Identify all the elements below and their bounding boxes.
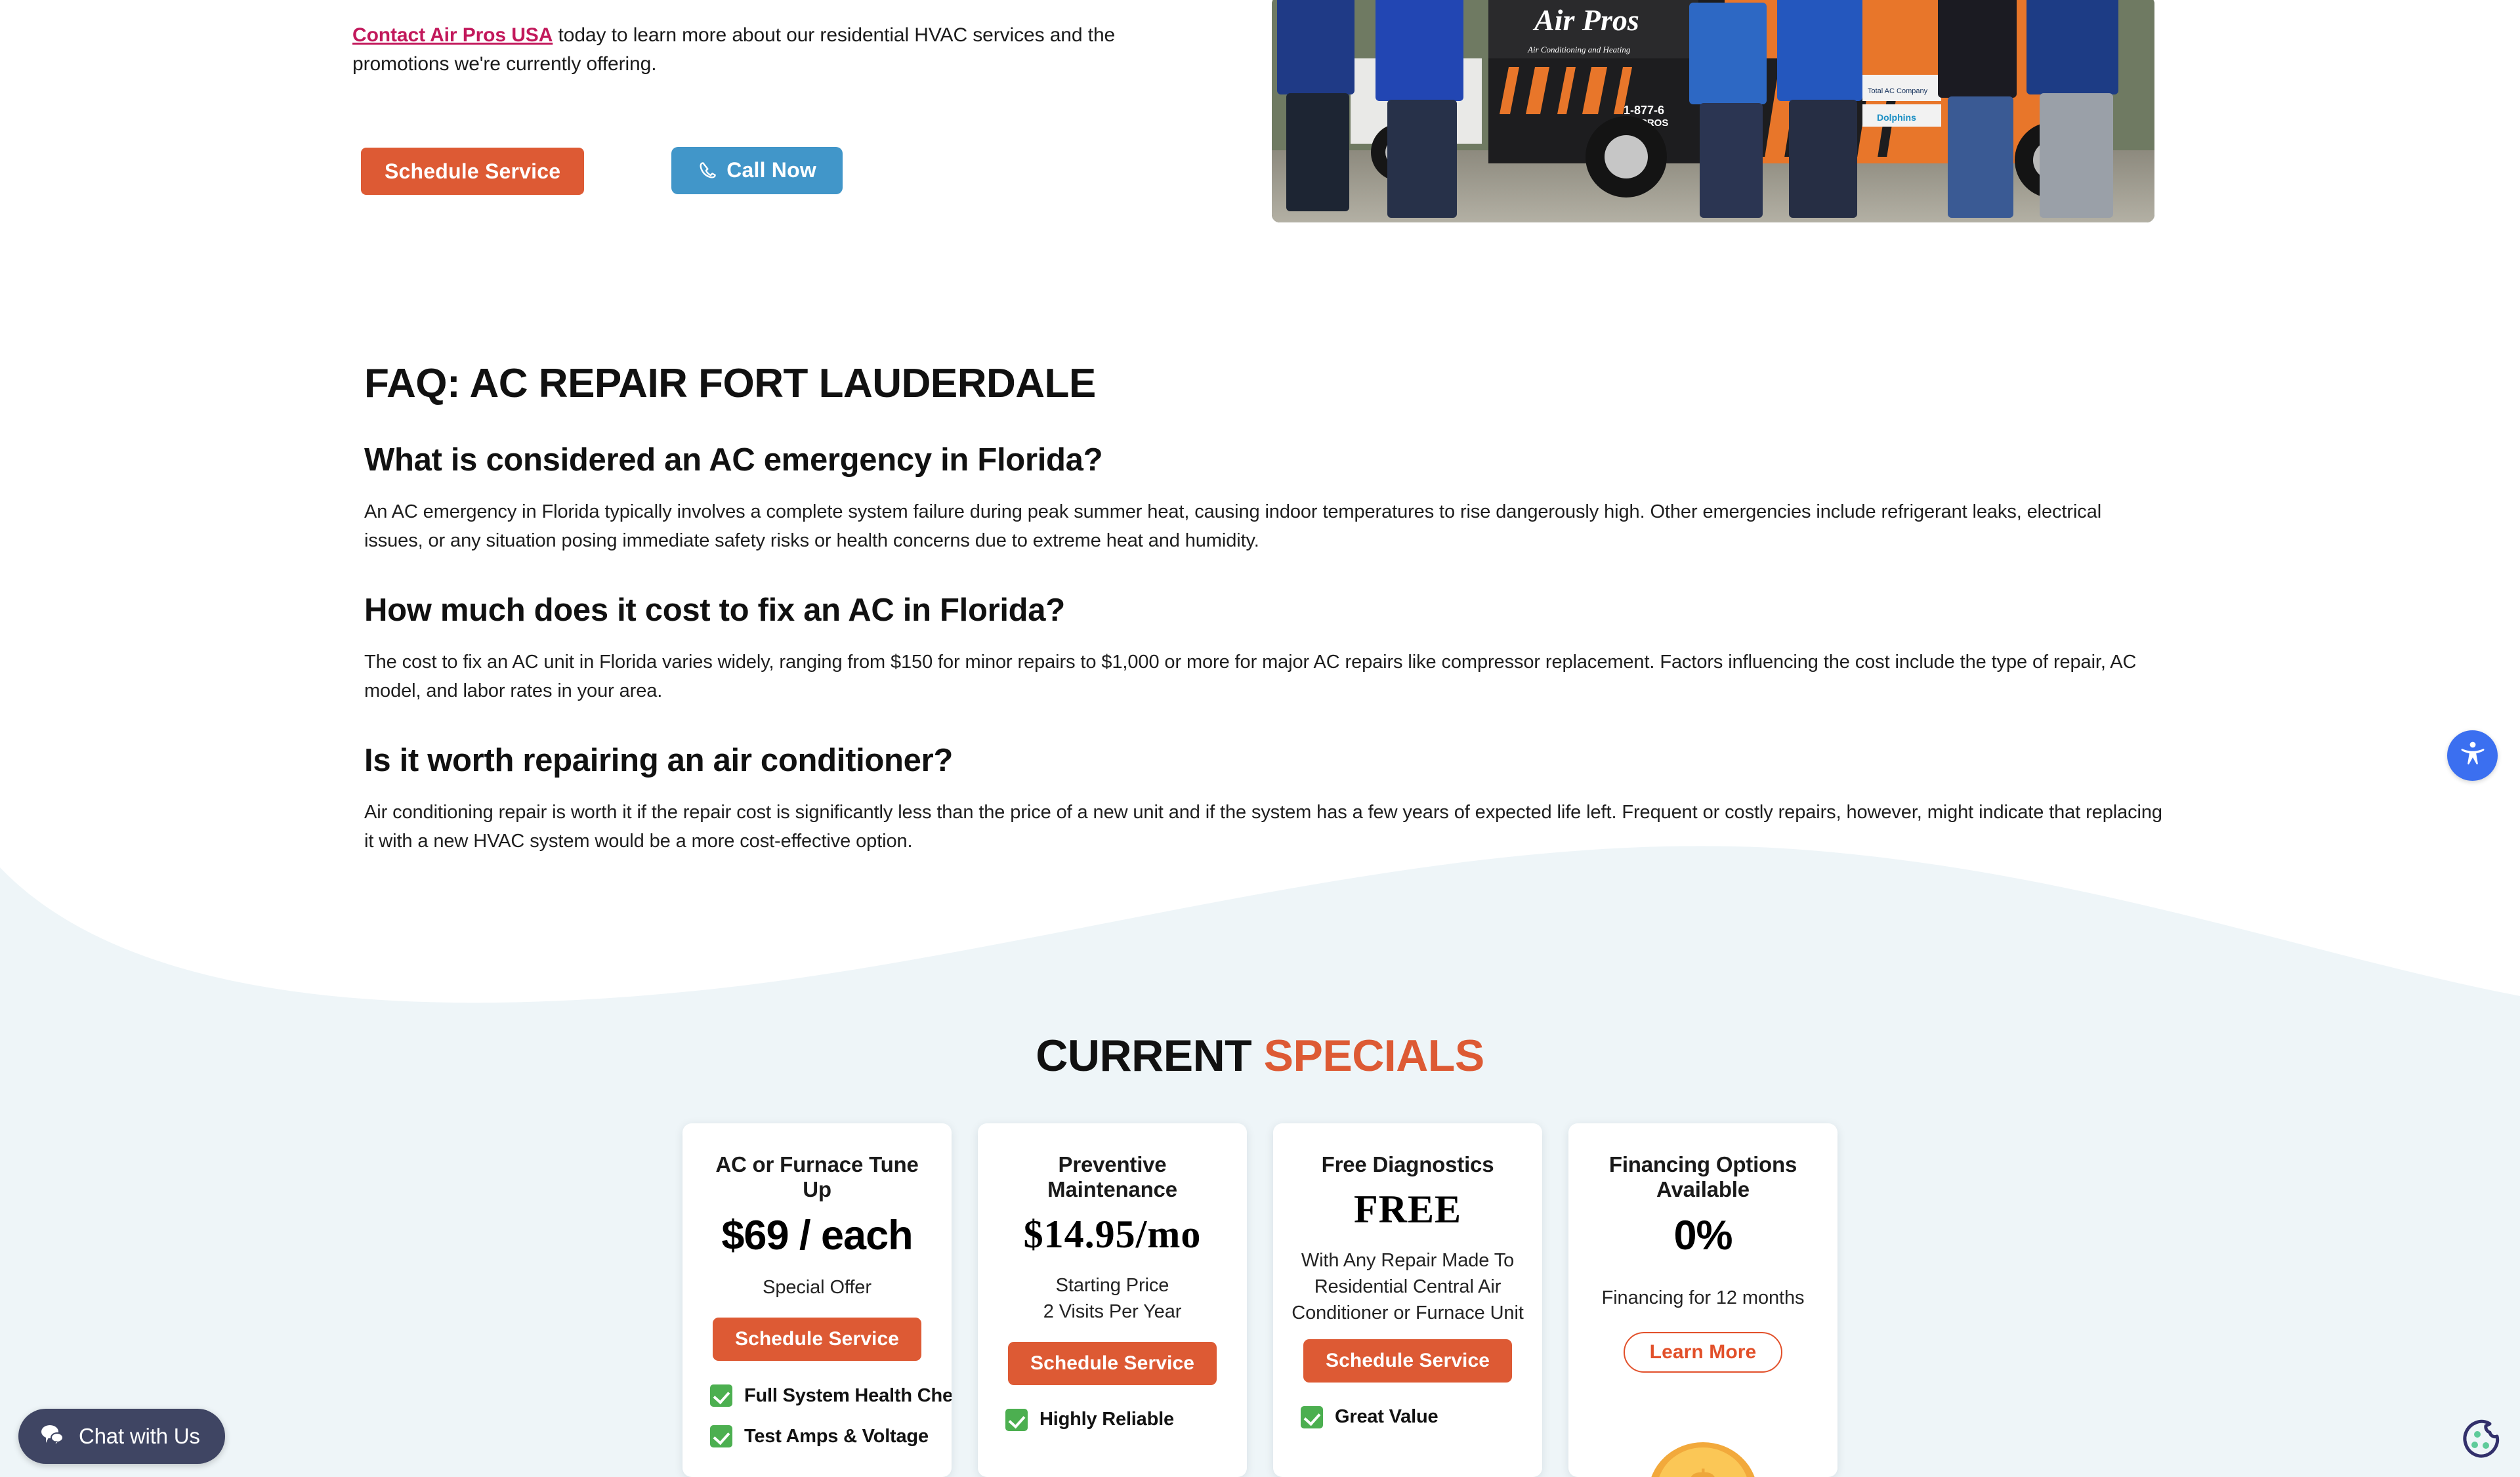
check-icon [1301,1405,1323,1428]
schedule-service-button[interactable]: Schedule Service [361,148,585,195]
card-title: Financing Options Available [1608,1152,1797,1201]
accessibility-person-shape [2461,741,2484,764]
special-card-tune-up[interactable]: AC or Furnace Tune Up $69 / each Special… [682,1123,952,1477]
call-now-button[interactable]: Call Now [671,146,843,194]
card-title: Preventive Maintenance [1047,1152,1177,1201]
feature-label: Test Amps & Voltage [744,1425,929,1447]
svg-text:Air Conditioning and Heating: Air Conditioning and Heating [1527,45,1631,54]
hero-photo-illustration: Air Pros Air Conditioning and Heating 1-… [1272,0,2154,222]
hero-team-van-photo: Air Pros Air Conditioning and Heating 1-… [1272,0,2154,222]
card-button-wrap: Learn More [1586,1332,1820,1373]
faq-section: FAQ: AC REPAIR FORT LAUDERDALE What is c… [364,362,2162,856]
contact-air-pros-usa-link[interactable]: Contact Air Pros USA [352,24,553,46]
call-now-label: Call Now [726,158,816,182]
card-schedule-service-button[interactable]: Schedule Service [1007,1341,1217,1385]
accessibility-widget-button[interactable] [2447,730,2498,781]
feature-label: Full System Health Check [744,1384,952,1406]
card-subtitle: Special Offer [763,1277,872,1299]
feature-item: Great Value [1301,1405,1525,1428]
chat-bubbles-shape [41,1425,64,1447]
card-button-wrap: Schedule Service [995,1341,1230,1385]
specials-card-list: AC or Furnace Tune Up $69 / each Special… [0,1123,2520,1477]
card-price: 0% [1673,1212,1732,1259]
special-card-free-diagnostics[interactable]: Free Diagnostics FREE With Any Repair Ma… [1273,1123,1542,1477]
card-schedule-service-button[interactable]: Schedule Service [712,1318,922,1362]
card-learn-more-button[interactable]: Learn More [1623,1332,1783,1373]
svg-text:Total AC Company: Total AC Company [1868,87,1928,95]
page-root: HVAC system, you can count on experts fo… [0,0,2520,1477]
intro-text-block: HVAC system, you can count on experts fo… [352,0,1179,79]
specials-heading: CURRENT SPECIALS [0,1030,2520,1081]
card-button-wrap: Schedule Service [700,1318,934,1362]
svg-text:1-877-6: 1-877-6 [1624,104,1664,117]
svg-text:Dolphins: Dolphins [1877,112,1916,123]
check-icon [710,1425,732,1448]
svg-text:Air Pros: Air Pros [1532,3,1639,37]
chat-with-us-widget[interactable]: Chat with Us [18,1409,225,1464]
card-schedule-service-button[interactable]: Schedule Service [1303,1339,1513,1383]
check-icon [710,1384,732,1407]
faq-question-3: Is it worth repairing an air conditioner… [364,742,954,778]
feature-item: Test Amps & Voltage [710,1425,934,1448]
card-subtitle: With Any Repair Made To Residential Cent… [1292,1249,1524,1323]
current-specials-section: CURRENT SPECIALS AC or Furnace Tune Up $… [0,827,2520,1477]
faq-section-title: FAQ: AC REPAIR FORT LAUDERDALE [364,361,1096,406]
card-button-wrap: Schedule Service [1290,1339,1525,1383]
card-price: $69 / each [721,1212,913,1259]
chat-bubbles-icon [39,1423,66,1450]
faq-answer-1: An AC emergency in Florida typically inv… [364,501,2102,551]
accessibility-person-icon [2457,738,2488,773]
gold-coin-dollar-icon: $ [1647,1438,1759,1477]
feature-item: Highly Reliable [1005,1408,1230,1431]
specials-heading-primary: CURRENT [1036,1031,1252,1081]
card-subtitle: Starting Price 2 Visits Per Year [1043,1274,1182,1322]
svg-text:$: $ [1688,1461,1718,1477]
special-card-financing[interactable]: Financing Options Available 0% Financing… [1568,1123,1838,1477]
card-price: FREE [1353,1187,1462,1231]
card-title: AC or Furnace Tune Up [715,1152,919,1201]
faq-answer-2: The cost to fix an AC unit in Florida va… [364,651,2137,701]
hero-cta-row: Schedule Service Call Now [361,146,843,195]
specials-heading-accent: SPECIALS [1263,1031,1485,1081]
faq-question-1: What is considered an AC emergency in Fl… [364,442,1103,478]
wave-shape [0,846,2520,1037]
check-icon [1005,1408,1028,1431]
special-card-preventive-maintenance[interactable]: Preventive Maintenance $14.95/mo Startin… [978,1123,1247,1477]
feature-item: Full System Health Check [710,1384,952,1407]
cookie-consent-icon [2463,1419,2500,1458]
intro-paragraph: Contact Air Pros USA today to learn more… [352,21,1140,79]
card-feature-list: Highly Reliable [995,1408,1230,1431]
feature-label: Highly Reliable [1040,1409,1174,1430]
chat-with-us-label: Chat with Us [79,1424,200,1448]
feature-label: Great Value [1335,1406,1438,1428]
card-price: $14.95/mo [1023,1212,1202,1256]
wave-divider [0,827,2520,1037]
faq-question-2: How much does it cost to fix an AC in Fl… [364,592,1065,628]
coin-shape: $ [1651,1442,1755,1477]
card-feature-list: Great Value [1290,1405,1525,1428]
card-subtitle: Financing for 12 months [1601,1287,1805,1309]
card-title: Free Diagnostics [1321,1152,1494,1176]
card-feature-list: Full System Health Check Test Amps & Vol… [700,1384,952,1448]
cookie-consent-widget[interactable] [2456,1417,2504,1466]
phone-handset-icon [698,161,717,180]
